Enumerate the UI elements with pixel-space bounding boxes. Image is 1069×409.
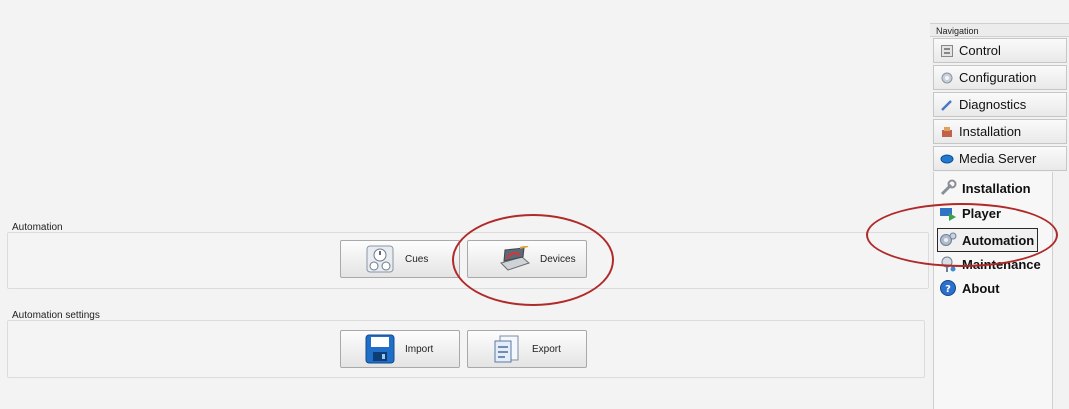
export-button-label: Export — [532, 343, 561, 355]
installation-icon — [940, 125, 954, 139]
info-icon: ? — [938, 278, 958, 298]
sub-item-automation[interactable]: Automation — [937, 228, 1039, 252]
nav-item-control[interactable]: Control — [933, 38, 1067, 63]
sub-item-maintenance[interactable]: Maintenance — [938, 253, 1041, 275]
save-icon — [363, 334, 397, 364]
sub-item-about[interactable]: ? About — [938, 277, 1000, 299]
nav-item-installation[interactable]: Installation — [933, 119, 1067, 144]
export-icon — [490, 334, 524, 364]
devices-button[interactable]: Devices — [467, 240, 587, 278]
import-button-label: Import — [405, 343, 434, 355]
pen-icon — [940, 98, 954, 112]
sub-item-player[interactable]: Player — [938, 202, 1001, 224]
cues-button-label: Cues — [405, 253, 429, 265]
devices-button-label: Devices — [540, 253, 576, 265]
control-icon — [940, 44, 954, 58]
svg-text:?: ? — [945, 284, 951, 295]
cues-button[interactable]: Cues — [340, 240, 460, 278]
nav-item-configuration[interactable]: Configuration — [933, 65, 1067, 90]
import-button[interactable]: Import — [340, 330, 460, 368]
export-button[interactable]: Export — [467, 330, 587, 368]
media-server-subpanel: Installation Player Automation Maintenan… — [933, 172, 1053, 409]
wrench-icon — [938, 178, 958, 198]
gear-icon — [940, 71, 954, 85]
maintenance-icon — [938, 254, 958, 274]
nav-item-media-server[interactable]: Media Server — [933, 146, 1067, 171]
disk-icon — [940, 152, 954, 166]
gears-icon — [938, 230, 958, 250]
devices-icon — [498, 244, 532, 274]
main-area: Automation Cues Devices Automation setti — [0, 0, 930, 409]
sub-item-installation[interactable]: Installation — [938, 177, 1031, 199]
navigation-title: Navigation — [930, 23, 1069, 37]
cues-icon — [363, 244, 397, 274]
player-icon — [938, 203, 958, 223]
settings-group — [7, 320, 925, 378]
nav-item-diagnostics[interactable]: Diagnostics — [933, 92, 1067, 117]
